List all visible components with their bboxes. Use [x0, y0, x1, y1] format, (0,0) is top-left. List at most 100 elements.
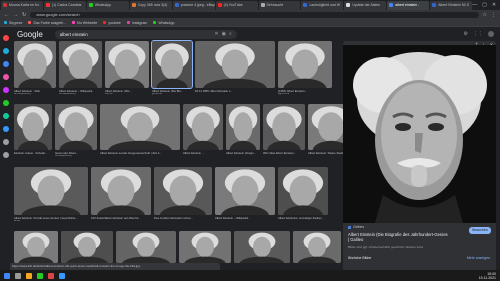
image-thumbnail[interactable]: [14, 231, 58, 263]
tab[interactable]: (1) Cacha Candela: [43, 0, 86, 10]
sidebar-app-icon[interactable]: [2, 87, 9, 93]
tab[interactable]: Copy 365 now 3(4): [129, 0, 172, 10]
image-thumbnail[interactable]: [226, 104, 260, 150]
image-result[interactable]: 100 Zusatzfakten Einstein auf Albert E..…: [91, 167, 151, 222]
image-thumbnail[interactable]: [14, 41, 56, 88]
image-thumbnail[interactable]: [61, 231, 113, 263]
image-caption[interactable]: Albert Einstein ...: [183, 151, 223, 155]
bookmark-item[interactable]: youtube: [103, 21, 121, 25]
image-result[interactable]: Das ist Albert Einsteins schon...: [154, 167, 212, 222]
image-thumbnail[interactable]: [55, 104, 97, 150]
gear-icon[interactable]: ⚙: [464, 31, 468, 37]
tab[interactable]: Albert Einstein 50 S: [430, 0, 473, 10]
image-result[interactable]: Albert Einstein (Die Bio... gelbes.de: [151, 40, 193, 95]
taskbar-app-icon[interactable]: [26, 272, 32, 279]
image-thumbnail[interactable]: [195, 41, 275, 88]
image-result[interactable]: Albert Einstein - Wiki de.wikipedia.org: [14, 41, 56, 95]
image-result[interactable]: Albert Einstein: Porträt eines Genies | …: [14, 167, 88, 222]
image-thumbnail[interactable]: [14, 104, 52, 150]
search-box[interactable]: albert einstein ✕ ◉ ⌕: [54, 29, 237, 39]
image-result[interactable]: [116, 231, 176, 263]
avatar[interactable]: [488, 31, 494, 37]
tab[interactable]: Mouna Karfa en Ko: [1, 0, 43, 10]
bookmark-item[interactable]: WhatsApp: [153, 21, 175, 25]
image-thumbnail[interactable]: [179, 231, 231, 263]
image-thumbnail[interactable]: [234, 231, 290, 263]
image-result[interactable]: 18.11.1955: Albert Einstein s...: [195, 41, 275, 95]
google-logo[interactable]: Google: [17, 30, 43, 39]
star-icon[interactable]: ☆: [483, 12, 487, 18]
maximize-icon[interactable]: ▢: [482, 2, 487, 8]
image-caption[interactable]: Das ist Albert Einsteins schon...: [154, 216, 212, 220]
tab[interactable]: (4) YouTube: [215, 0, 258, 10]
image-caption[interactable]: Albert Einsteins: einmaliger Zauber...: [278, 216, 328, 220]
image-thumbnail[interactable]: [151, 40, 193, 89]
image-result[interactable]: Albert Einstein sendet Zungenausschnitt …: [100, 104, 180, 157]
image-caption[interactable]: Albert Einstein sendet Zungenausschnitt …: [100, 151, 180, 155]
image-result[interactable]: Who Was Albert Einstein...: [263, 104, 305, 157]
search-icon[interactable]: ⌕: [229, 31, 232, 37]
share-icon[interactable]: ⤴: [474, 42, 478, 47]
sidebar-app-icon[interactable]: [2, 100, 9, 106]
taskbar-app-icon[interactable]: [59, 272, 65, 279]
sidebar-app-icon[interactable]: [2, 113, 9, 119]
forward-icon[interactable]: →: [13, 12, 18, 18]
image-thumbnail[interactable]: [293, 231, 341, 263]
image-result[interactable]: Albert Einstein (Fragm...: [226, 104, 260, 157]
image-thumbnail[interactable]: [105, 41, 149, 88]
system-clock[interactable]: 15:00 19.11.2021: [479, 272, 500, 280]
image-result[interactable]: [14, 231, 58, 263]
image-result[interactable]: Albert Einstein – Wikipedia: [215, 167, 275, 222]
image-thumbnail[interactable]: [263, 104, 305, 150]
bookmark-item[interactable]: Das Farbe ausgehl...: [28, 21, 66, 25]
bookmark-item[interactable]: Skypexe: [4, 21, 22, 25]
image-thumbnail[interactable]: [183, 104, 223, 150]
image-caption[interactable]: 100 Zusatzfakten Einstein auf Albert E..…: [91, 216, 151, 220]
back-icon[interactable]: ←: [4, 12, 9, 18]
image-thumbnail[interactable]: [91, 167, 151, 215]
bookmark-item[interactable]: Mo Webseite: [71, 21, 97, 25]
more-icon[interactable]: ⋮: [482, 42, 486, 47]
tab[interactable]: youtube 4 jpeg - eBay: [172, 0, 215, 10]
image-result[interactable]: (1955) Albert Einstein... agentur-de: [278, 41, 332, 95]
image-thumbnail[interactable]: [278, 41, 332, 88]
image-thumbnail[interactable]: [278, 167, 328, 215]
taskbar-app-icon[interactable]: [48, 272, 54, 279]
image-result[interactable]: Albert Einsteins: einmaliger Zauber...: [278, 167, 328, 222]
search-input[interactable]: albert einstein: [60, 32, 212, 37]
close-icon[interactable]: ✕: [490, 42, 493, 47]
image-caption[interactable]: Einstein nuknei - Scholar...: [14, 151, 52, 155]
taskbar-app-icon[interactable]: [4, 272, 10, 279]
sidebar-app-icon[interactable]: [2, 74, 9, 80]
panel-title[interactable]: Albert Einstein (Die Biografie des Jahrh…: [348, 232, 448, 242]
sidebar-app-icon[interactable]: [2, 139, 9, 145]
taskbar-app-icon[interactable]: [15, 272, 21, 279]
tab[interactable]: Lachsöglicht und W: [301, 0, 344, 10]
sidebar-app-icon[interactable]: [2, 48, 9, 54]
tab[interactable]: WhatsApp: [86, 0, 129, 10]
image-result[interactable]: [179, 231, 231, 263]
menu-icon[interactable]: ⋮: [491, 12, 496, 18]
image-result[interactable]: Albert Einstein | Bio... ahsr.de: [105, 41, 149, 95]
tab[interactable]: Update der Alsten: [344, 0, 387, 10]
sidebar-app-icon[interactable]: [2, 61, 9, 67]
image-thumbnail[interactable]: [116, 231, 176, 263]
camera-icon[interactable]: ◉: [222, 31, 226, 37]
image-caption[interactable]: Who Was Albert Einstein...: [263, 151, 305, 155]
sidebar-app-icon[interactable]: [2, 152, 9, 158]
image-thumbnail[interactable]: [154, 167, 212, 215]
sidebar-app-icon[interactable]: [2, 35, 9, 41]
image-thumbnail[interactable]: [215, 167, 275, 215]
close-window-icon[interactable]: ✕: [492, 2, 496, 8]
image-result[interactable]: Albert Einstein ...: [183, 104, 223, 157]
minimize-icon[interactable]: —: [472, 2, 477, 8]
reload-icon[interactable]: ↻: [22, 12, 26, 18]
apps-icon[interactable]: ⋮⋮: [473, 31, 483, 37]
url-field[interactable]: www.google.com/search: [30, 11, 479, 18]
preview-image[interactable]: [343, 45, 496, 223]
image-caption[interactable]: Albert Einstein (Fragm...: [226, 151, 260, 155]
tab[interactable]: albert einstein -: [387, 0, 430, 10]
show-more-link[interactable]: Mehr anzeigen: [467, 256, 490, 260]
image-result[interactable]: Einstein nuknei - Scholar...: [14, 104, 52, 157]
taskbar-app-icon[interactable]: [37, 272, 43, 279]
